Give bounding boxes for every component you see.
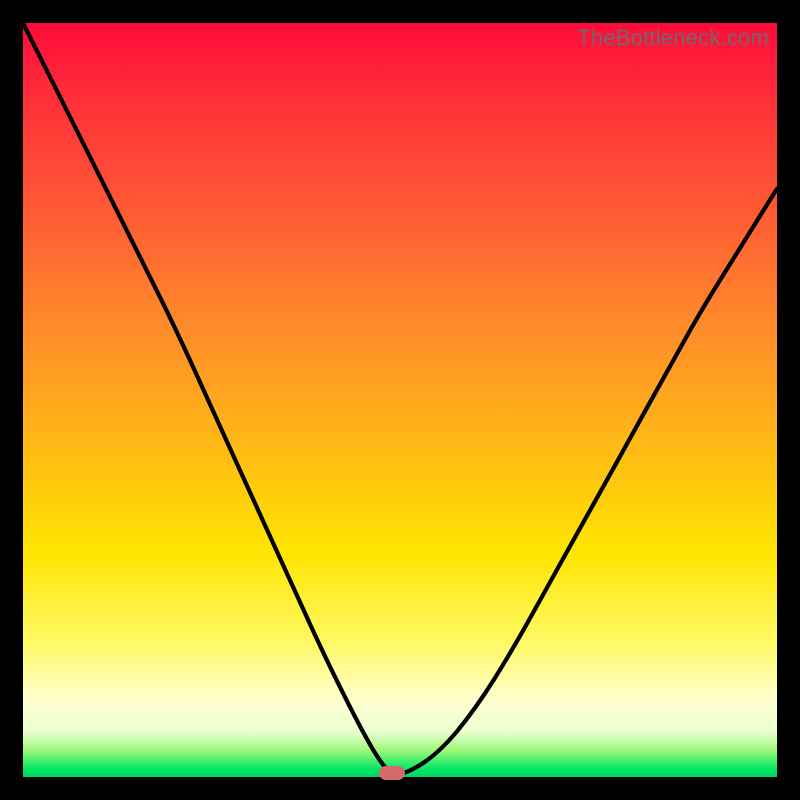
chart-frame: TheBottleneck.com — [0, 0, 800, 800]
minimum-marker — [379, 766, 405, 780]
bottleneck-curve — [23, 23, 777, 777]
plot-area: TheBottleneck.com — [23, 23, 777, 777]
